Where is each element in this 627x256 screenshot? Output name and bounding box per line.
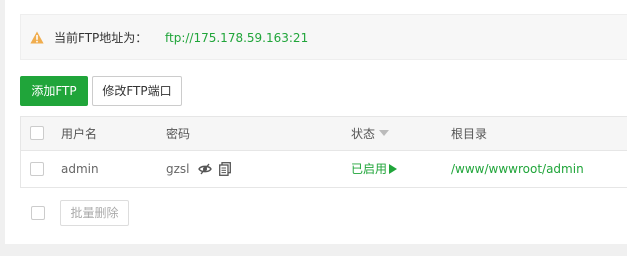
header-status-label: 状态 [351,127,376,141]
ftp-table: 用户名 密码 状态 根目录 admin gzsl 已启用 /www/wwwroo… [20,116,627,188]
header-password: 密码 [166,127,191,141]
row-root-link[interactable]: /www/wwwroot/admin [451,161,584,177]
hide-password-icon[interactable] [198,162,212,176]
batch-delete-button[interactable]: 批量删除 [60,200,129,226]
row-username: admin [61,162,99,176]
row-status-toggle[interactable]: 已启用 [351,161,398,177]
copy-password-icon[interactable] [219,162,231,176]
change-ftp-port-button[interactable]: 修改FTP端口 [92,76,182,106]
table-header: 用户名 密码 状态 根目录 [21,117,627,151]
warning-icon [30,31,44,44]
add-ftp-button[interactable]: 添加FTP [20,76,88,106]
row-checkbox[interactable] [30,162,44,176]
table-row: admin gzsl 已启用 /www/wwwroot/admin [21,151,627,187]
header-status[interactable]: 状态 [351,126,390,142]
row-status-label: 已启用 [351,162,388,176]
ftp-address-notice: 当前FTP地址为： ftp://175.178.59.163:21 [20,14,627,60]
sort-caret-icon[interactable] [379,130,390,136]
ftp-panel: 当前FTP地址为： ftp://175.178.59.163:21 添加FTP … [5,0,627,244]
play-icon [389,164,398,174]
select-all-checkbox[interactable] [30,126,44,140]
header-username: 用户名 [61,127,98,141]
batch-select-checkbox[interactable] [31,206,45,220]
header-root: 根目录 [451,127,488,141]
ftp-address-label: 当前FTP地址为： [54,31,148,45]
ftp-address-url[interactable]: ftp://175.178.59.163:21 [165,30,308,46]
row-password: gzsl [166,162,190,176]
